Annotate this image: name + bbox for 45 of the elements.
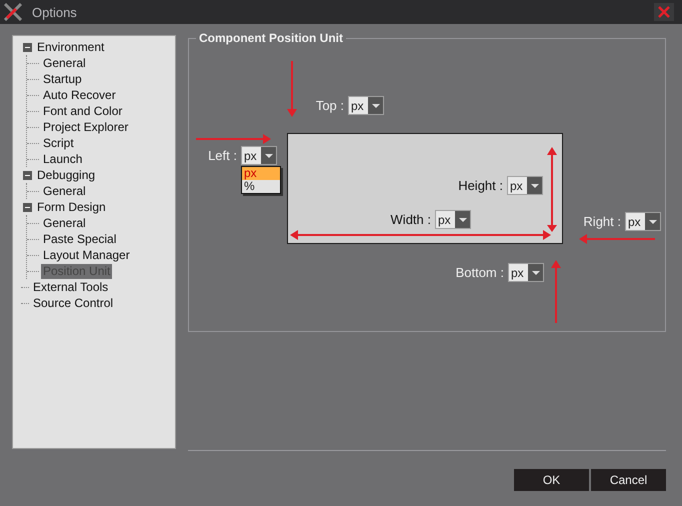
unit-dropdown[interactable]: px bbox=[241, 146, 277, 165]
field-label: Width : bbox=[390, 212, 431, 227]
caret-icon bbox=[532, 270, 540, 274]
caret-icon bbox=[458, 218, 466, 222]
field-label: Bottom : bbox=[456, 265, 504, 280]
collapse-icon[interactable] bbox=[23, 170, 32, 180]
dropdown-option[interactable]: % bbox=[242, 180, 280, 193]
dialog-button[interactable]: OK bbox=[514, 469, 589, 491]
field-label: Right : bbox=[583, 214, 621, 229]
unit-dropdown[interactable]: px bbox=[508, 263, 544, 282]
window-title: Options bbox=[32, 4, 78, 20]
caret-icon bbox=[264, 154, 272, 158]
collapse-icon[interactable] bbox=[23, 42, 32, 52]
dialog-button[interactable]: Cancel bbox=[591, 469, 666, 491]
unit-dropdown[interactable]: px bbox=[625, 212, 661, 231]
tree-item[interactable]: General bbox=[41, 184, 88, 198]
caret-icon bbox=[530, 184, 538, 188]
up-arrow bbox=[551, 260, 561, 323]
caret-icon bbox=[648, 220, 656, 224]
tree-item[interactable]: Script bbox=[41, 136, 76, 150]
unit-dropdown[interactable]: px bbox=[435, 210, 471, 229]
collapse-icon[interactable] bbox=[23, 202, 32, 212]
field-label: Left : bbox=[208, 148, 237, 163]
tree-item[interactable]: General bbox=[41, 216, 88, 230]
tree-item[interactable]: Environment bbox=[35, 40, 106, 54]
tree-item[interactable]: Form Design bbox=[35, 200, 108, 214]
group-title: Component Position Unit bbox=[196, 31, 346, 45]
tree-item[interactable]: General bbox=[41, 56, 88, 70]
app-logo-icon bbox=[4, 3, 22, 21]
unit-dropdown[interactable]: px bbox=[507, 176, 543, 195]
tree-item[interactable]: Font and Color bbox=[41, 104, 124, 118]
tree-item[interactable]: Launch bbox=[41, 152, 84, 166]
down-arrow bbox=[287, 61, 297, 117]
tree-item[interactable]: Startup bbox=[41, 72, 84, 86]
tree-item[interactable]: External Tools bbox=[31, 280, 110, 294]
tree-item[interactable]: Project Explorer bbox=[41, 120, 130, 134]
caret-icon bbox=[372, 104, 380, 108]
tree-item[interactable]: Debugging bbox=[35, 168, 98, 182]
unit-dropdown[interactable]: px bbox=[348, 96, 384, 115]
field-label: Top : bbox=[316, 98, 344, 113]
tree-item[interactable]: Paste Special bbox=[41, 232, 118, 246]
tree-item[interactable]: Source Control bbox=[31, 296, 116, 310]
tree-item[interactable]: Layout Manager bbox=[41, 248, 132, 262]
field-label: Height : bbox=[458, 178, 503, 193]
tree-item[interactable]: Auto Recover bbox=[41, 88, 118, 102]
